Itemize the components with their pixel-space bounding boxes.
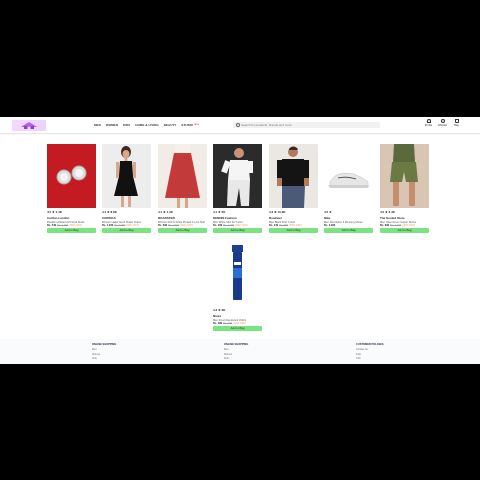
profile-icon	[426, 119, 431, 123]
search-bar[interactable]: Search for products, brands and more	[233, 122, 380, 128]
price-mrp: Rs. 3,350	[114, 223, 126, 227]
footer-heading: ONLINE SHOPPING	[92, 343, 117, 346]
footer-column: ONLINE SHOPPING Men Women Kids	[92, 343, 116, 362]
product-price: Rs. 599Rs. 1,499(60% OFF)	[158, 224, 207, 227]
nav-kids[interactable]: KIDS	[123, 123, 130, 127]
footer-heading: ONLINE SHOPPING	[224, 343, 249, 346]
product-card[interactable]: 4.2 ★ 10.2K Roadster Men Black Polo T-sh…	[269, 144, 318, 234]
price-now: Rs. 189	[213, 321, 223, 325]
product-price: Rs. 3,295	[324, 224, 373, 227]
product-rating: 4.5 ★	[324, 210, 332, 214]
add-to-bag-button[interactable]: Add to Bag	[324, 228, 373, 234]
product-image[interactable]	[213, 242, 262, 306]
price-now: Rs. 499	[213, 223, 223, 227]
nav-women[interactable]: WOMEN	[106, 123, 118, 127]
product-image[interactable]	[213, 144, 262, 208]
main-nav: MEN WOMEN KIDS HOME & LIVING BEAUTY STUD…	[94, 123, 199, 127]
product-price: Rs. 1,032Rs. 3,350(69% OFF)	[102, 224, 151, 227]
product-rating: 4.1 ★ 1.4K	[158, 210, 173, 214]
product-image[interactable]	[102, 144, 151, 208]
profile-button[interactable]: Profile	[424, 119, 433, 127]
price-discount: (22% OFF)	[233, 321, 246, 325]
nav-home-living[interactable]: HOME & LIVING	[135, 123, 158, 127]
price-now: Rs. 699	[380, 223, 390, 227]
add-to-bag-button[interactable]: Add to Bag	[380, 228, 429, 234]
add-to-bag-button[interactable]: Add to Bag	[47, 228, 96, 234]
nav-beauty[interactable]: BEAUTY	[164, 123, 177, 127]
search-placeholder[interactable]: Search for products, brands and more	[241, 123, 292, 127]
product-price: Rs. 449Rs. 999(55% OFF)	[269, 224, 318, 227]
price-mrp: Rs. 1,399	[57, 223, 69, 227]
price-now: Rs. 549	[47, 223, 57, 227]
product-image[interactable]	[324, 144, 373, 208]
product-price: Rs. 189Rs. 245(22% OFF)	[213, 322, 262, 325]
product-card[interactable]: 4.1 ★ 5K DENNIS Fashion Men White Slim F…	[213, 144, 262, 234]
price-discount: (60% OFF)	[180, 223, 194, 227]
price-now: Rs. 1,032	[102, 223, 114, 227]
price-mrp: Rs. 245	[223, 321, 233, 325]
footer-column: ONLINE SHOPPING Men Women Kids	[224, 343, 248, 362]
product-rating: 4.0 ★ 3.4K	[380, 210, 395, 214]
logo[interactable]	[12, 120, 46, 131]
browser-viewport: MEN WOMEN KIDS HOME & LIVING BEAUTY STUD…	[0, 117, 480, 364]
site-header: MEN WOMEN KIDS HOME & LIVING BEAUTY STUD…	[0, 117, 480, 133]
site-footer: ONLINE SHOPPING Men Women Kids ONLINE SH…	[0, 339, 480, 364]
heart-icon	[440, 119, 445, 123]
footer-link[interactable]: T&C	[356, 357, 384, 362]
product-image[interactable]	[380, 144, 429, 208]
add-to-bag-button[interactable]: Add to Bag	[158, 228, 207, 234]
product-card[interactable]: 4.5 ★ 1.4K Carlton London Rhodium-Plated…	[47, 144, 96, 234]
price-discount: (55% OFF)	[289, 223, 302, 227]
logo-icon	[21, 122, 37, 129]
product-image[interactable]	[269, 144, 318, 208]
price-mrp: Rs. 999	[279, 223, 289, 227]
bag-button[interactable]: Bag	[452, 119, 461, 127]
footer-heading: CUSTOMER POLICIES	[356, 343, 384, 346]
add-to-bag-button[interactable]: Add to Bag	[213, 326, 262, 332]
nav-studio[interactable]: STUDIONEW	[181, 123, 198, 127]
profile-label: Profile	[424, 124, 433, 127]
add-to-bag-button[interactable]: Add to Bag	[213, 228, 262, 234]
price-mrp: Rs. 1,299	[223, 223, 235, 227]
bag-icon	[454, 119, 459, 123]
product-price: Rs. 499Rs. 1,299(62% OFF)	[213, 224, 262, 227]
footer-link[interactable]: Kids	[92, 357, 116, 362]
footer-link[interactable]: Kids	[224, 357, 248, 362]
price-mrp: Rs. 1,499	[168, 223, 180, 227]
product-card[interactable]: 4.1 ★ 1.4K ROADSTER Women Red & White Pr…	[158, 144, 207, 234]
product-image[interactable]	[158, 144, 207, 208]
new-badge: NEW	[194, 124, 199, 126]
add-to-bag-button[interactable]: Add to Bag	[269, 228, 318, 234]
price-discount: (46% OFF)	[402, 223, 416, 227]
product-image[interactable]	[47, 144, 96, 208]
product-rating: 4.4 ★ 8.6K	[102, 210, 117, 214]
price-mrp: Rs. 1,299	[390, 223, 402, 227]
product-rating: 4.3 ★ 3K	[213, 308, 226, 312]
price-now: Rs. 3,295	[324, 223, 336, 227]
wishlist-button[interactable]: Wishlist	[438, 119, 447, 127]
footer-column: CUSTOMER POLICIES Contact Us FAQ T&C	[356, 343, 384, 362]
product-card[interactable]: 4.3 ★ 3K Nivea Men Fresh Deodorant 150ml…	[213, 242, 262, 332]
nav-studio-label: STUDIO	[181, 123, 194, 127]
product-card[interactable]: 4.4 ★ 8.6K CORSICA Women Halter Neck Ska…	[102, 144, 151, 234]
wishlist-label: Wishlist	[438, 124, 447, 127]
product-card[interactable]: 4.5 ★ Nike Men Revolution 6 Running Shoe…	[324, 144, 373, 234]
product-rating: 4.2 ★ 10.2K	[269, 210, 286, 214]
search-icon	[236, 123, 240, 127]
add-to-bag-button[interactable]: Add to Bag	[102, 228, 151, 234]
product-price: Rs. 699Rs. 1,299(46% OFF)	[380, 224, 429, 227]
product-rating: 4.5 ★ 1.4K	[47, 210, 62, 214]
product-card[interactable]: 4.0 ★ 3.4K The Souled Store Men Olive Gr…	[380, 144, 429, 234]
nav-men[interactable]: MEN	[94, 123, 101, 127]
price-now: Rs. 449	[269, 223, 279, 227]
bag-label: Bag	[454, 124, 459, 127]
product-rating: 4.1 ★ 5K	[213, 210, 226, 214]
price-discount: (69% OFF)	[126, 223, 140, 227]
price-discount: (62% OFF)	[235, 223, 249, 227]
price-discount: (60% OFF)	[69, 223, 83, 227]
price-now: Rs. 599	[158, 223, 168, 227]
product-price: Rs. 549Rs. 1,399(60% OFF)	[47, 224, 96, 227]
header-actions: Profile Wishlist Bag	[424, 119, 461, 127]
